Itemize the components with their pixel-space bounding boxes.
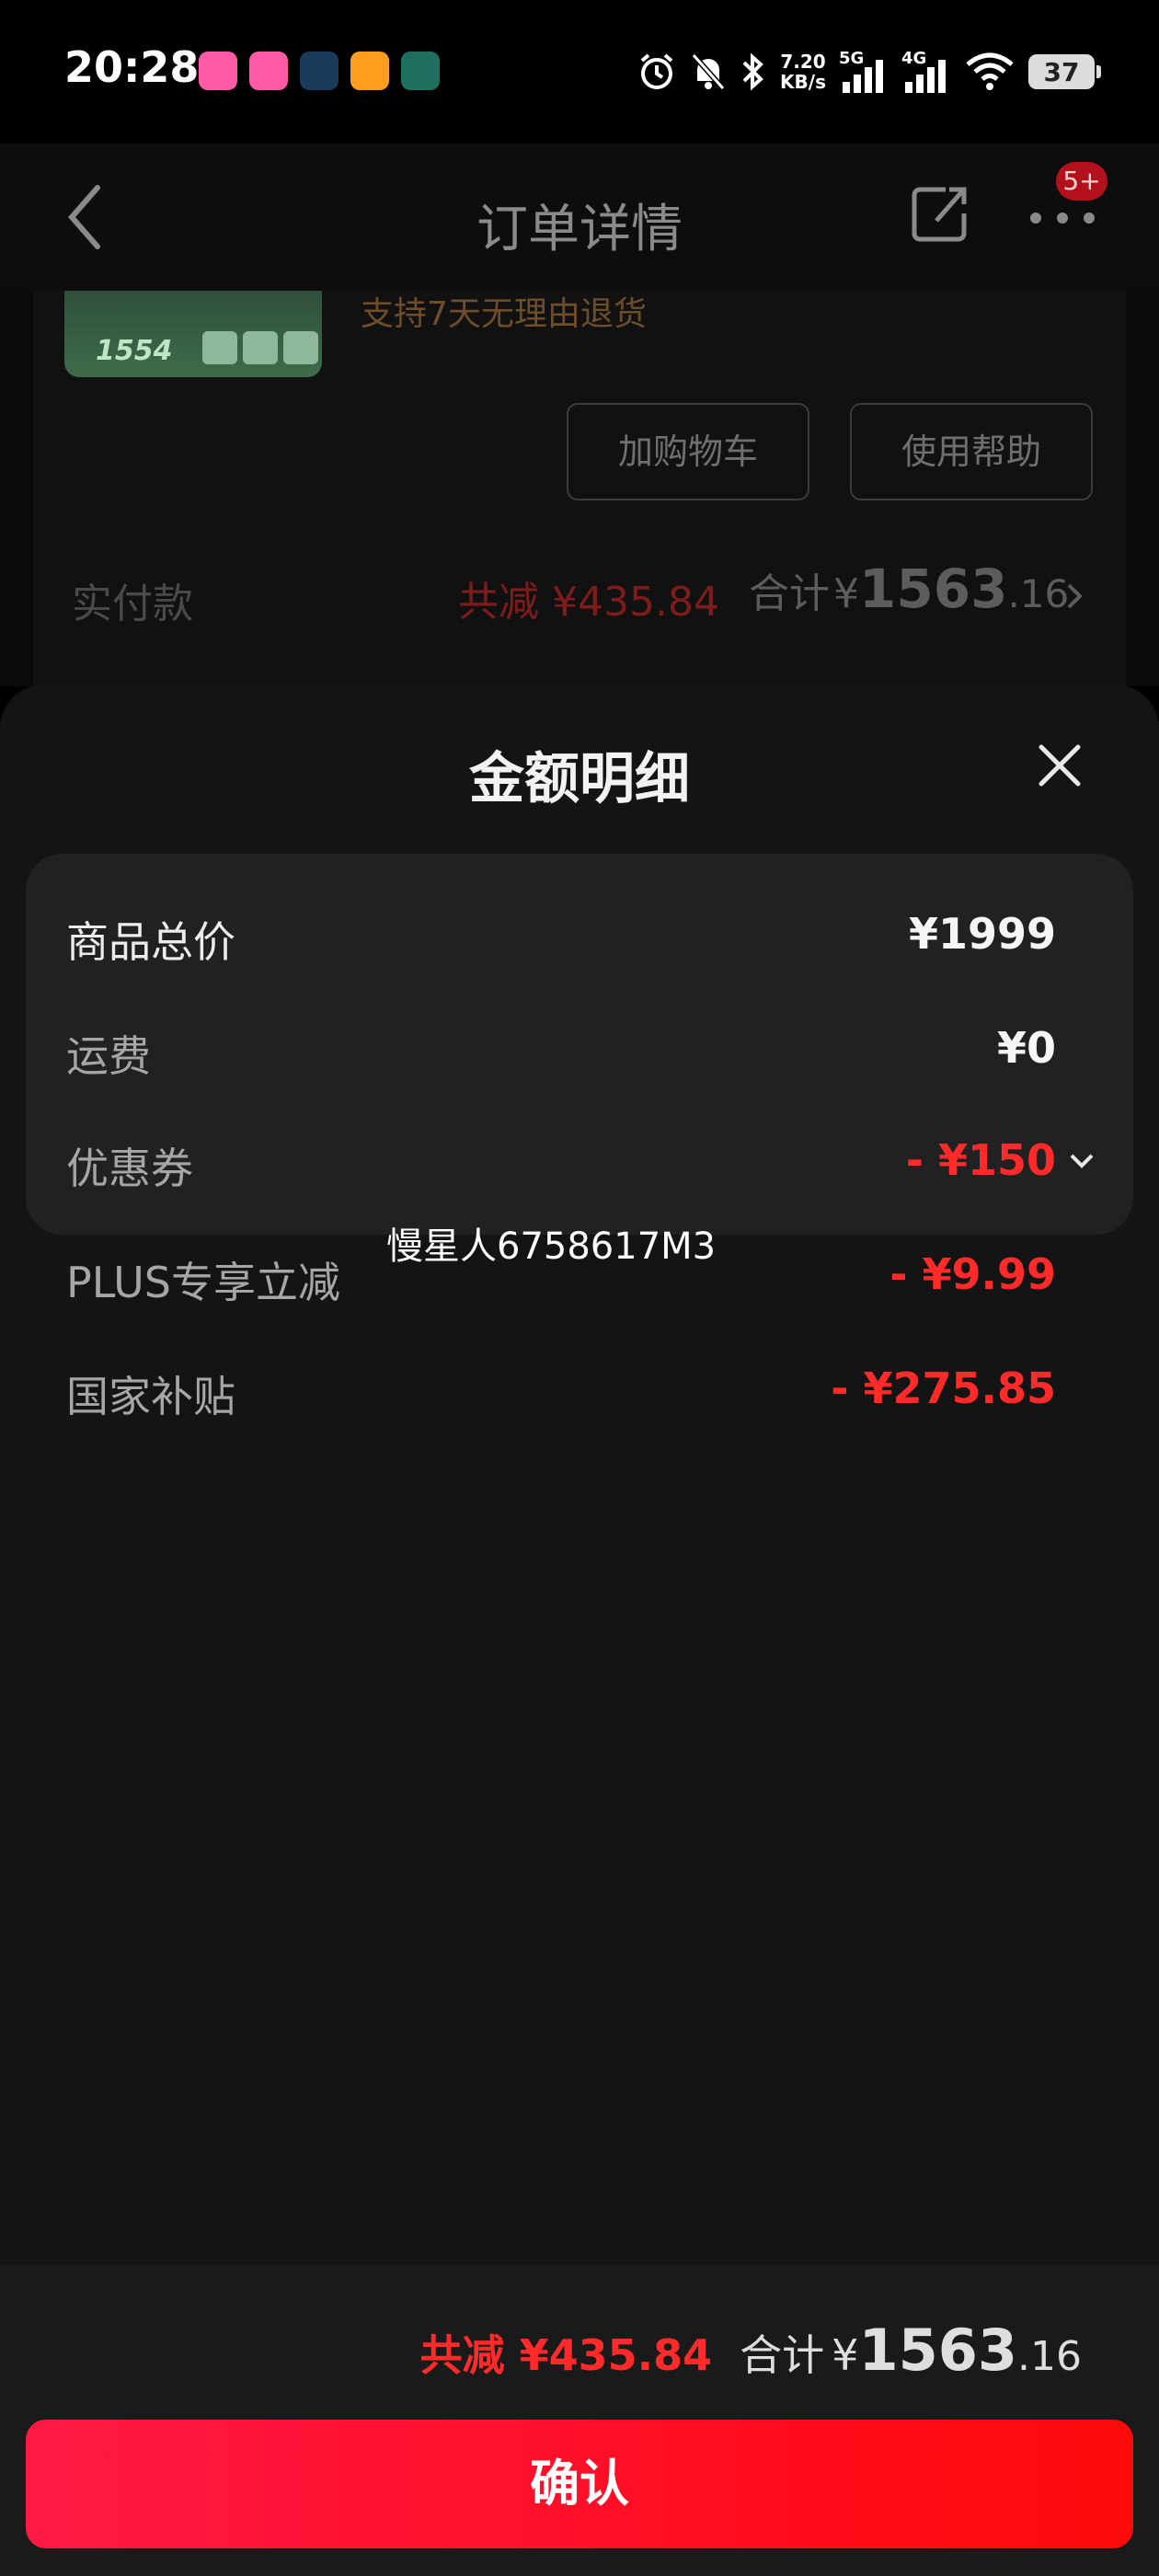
status-time: 20:28 bbox=[64, 42, 200, 92]
row-label: 国家补贴 bbox=[66, 1372, 235, 1421]
add-to-cart-button[interactable]: 加购物车 bbox=[567, 403, 809, 500]
status-bar: 20:28 7.20 KB/s 5G 4G 37 bbox=[0, 0, 1159, 144]
total-decimal: .16 bbox=[1007, 571, 1070, 616]
more-icon[interactable] bbox=[1028, 204, 1096, 232]
signal-5g: 5G bbox=[839, 49, 889, 95]
speed-value: 7.20 bbox=[780, 51, 826, 73]
sheet-title: 金额明细 bbox=[469, 747, 690, 811]
row-coupon[interactable]: 优惠券 - ¥150 bbox=[66, 1126, 1094, 1200]
summary-total-decimal: .16 bbox=[1017, 2333, 1082, 2380]
row-value: - ¥150 bbox=[905, 1135, 1056, 1185]
signal-icon bbox=[905, 60, 946, 93]
total-currency: ¥ bbox=[833, 570, 859, 617]
mute-bell-icon bbox=[691, 53, 726, 90]
signal-icon bbox=[843, 60, 883, 93]
app-notification-icon bbox=[199, 52, 237, 90]
help-button[interactable]: 使用帮助 bbox=[850, 403, 1093, 500]
row-shipping: 运费 ¥0 bbox=[66, 1014, 1089, 1087]
alarm-icon bbox=[640, 53, 673, 89]
speed-unit: KB/s bbox=[780, 71, 826, 93]
amount-detail-card: 商品总价 ¥1999 运费 ¥0 优惠券 - ¥150 PLUS专享立减 - ¥… bbox=[26, 854, 1133, 1421]
battery-icon: 37 bbox=[1028, 54, 1101, 89]
status-indicators: 7.20 KB/s 5G 4G 37 bbox=[637, 46, 1101, 98]
row-label: PLUS专享立减 bbox=[66, 1258, 340, 1307]
product-thumbnail[interactable]: 1554 bbox=[64, 291, 322, 377]
app-notification-icon bbox=[401, 52, 440, 90]
row-label: 运费 bbox=[66, 1031, 151, 1081]
summary-reduce: 共减 ¥435.84 bbox=[419, 2330, 713, 2380]
app-notification-icon bbox=[300, 52, 339, 90]
total-integer: 1563 bbox=[859, 558, 1008, 620]
share-icon[interactable] bbox=[909, 184, 970, 245]
wifi-icon bbox=[966, 52, 1014, 90]
summary-row: 共减 ¥435.84 合计 ¥ 1563 .16 bbox=[420, 2317, 1082, 2384]
page-title: 订单详情 bbox=[476, 200, 683, 259]
summary-currency: ¥ bbox=[832, 2330, 859, 2380]
chevron-right-icon[interactable] bbox=[1065, 581, 1084, 611]
app-notification-icon bbox=[249, 52, 288, 90]
product-price-tag: 1554 bbox=[96, 335, 173, 367]
notification-badge: 5+ bbox=[1056, 162, 1107, 201]
close-icon[interactable] bbox=[1036, 742, 1084, 789]
network-speed: 7.20 KB/s bbox=[780, 52, 826, 92]
summary-total-integer: 1563 bbox=[858, 2317, 1018, 2384]
promo-chips bbox=[202, 331, 318, 364]
paid-reduce-amount: 共减 ¥435.84 bbox=[458, 579, 719, 626]
bottom-summary-bar: 共减 ¥435.84 合计 ¥ 1563 .16 确认 bbox=[0, 2265, 1159, 2576]
total-label: 合计 bbox=[749, 570, 830, 617]
row-national-subsidy: 国家补贴 - ¥275.85 bbox=[66, 1354, 1089, 1428]
row-goods-total: 商品总价 ¥1999 bbox=[66, 900, 1089, 973]
summary-total-label: 合计 bbox=[740, 2330, 825, 2380]
return-policy-text: 支持7天无理由退货 bbox=[361, 295, 647, 333]
top-nav-bar: 订单详情 bbox=[0, 144, 1159, 291]
row-label: 优惠券 bbox=[66, 1144, 193, 1193]
chevron-down-icon[interactable] bbox=[1067, 1150, 1096, 1172]
signal-4g: 4G bbox=[901, 49, 951, 95]
row-value: ¥0 bbox=[996, 1023, 1056, 1073]
bluetooth-icon bbox=[742, 52, 763, 91]
paid-total[interactable]: 合计 ¥ 1563 .16 bbox=[749, 558, 1069, 620]
user-watermark: 慢星人6758617M3 bbox=[386, 1225, 717, 1268]
paid-amount-label: 实付款 bbox=[72, 581, 193, 627]
row-value: ¥1999 bbox=[908, 909, 1056, 959]
row-value: - ¥9.99 bbox=[889, 1249, 1056, 1299]
confirm-button[interactable]: 确认 bbox=[26, 2420, 1133, 2548]
row-label: 商品总价 bbox=[66, 917, 235, 967]
row-value: - ¥275.85 bbox=[831, 1363, 1056, 1413]
app-notification-icon bbox=[350, 52, 389, 90]
